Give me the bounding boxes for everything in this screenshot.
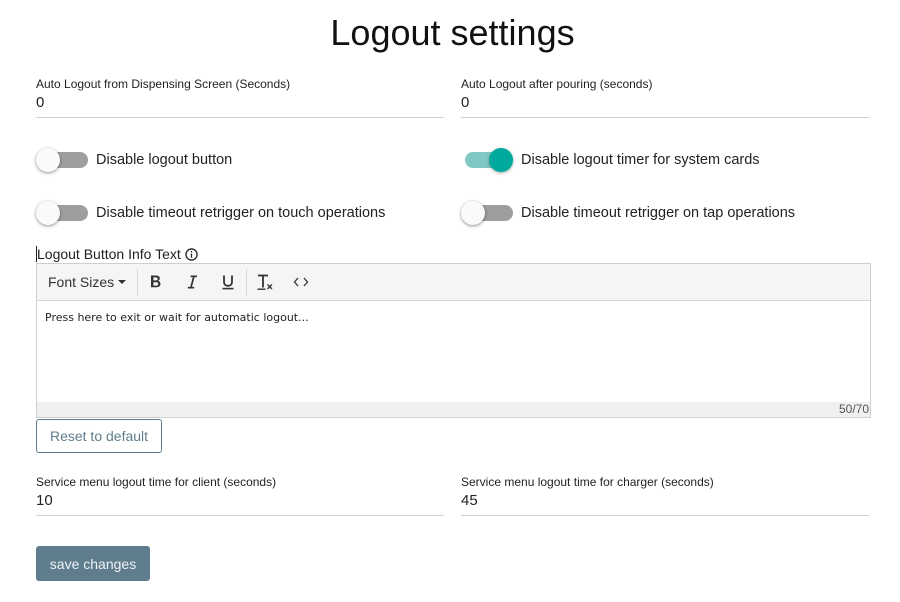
auto-logout-pouring-input[interactable]: [461, 91, 869, 118]
disable-retrigger-tap-toggle[interactable]: [461, 201, 515, 225]
disable-logout-button-toggle[interactable]: [36, 148, 90, 172]
disable-logout-timer-system-cards-toggle[interactable]: [461, 148, 515, 172]
auto-logout-dispensing-input[interactable]: [36, 91, 444, 118]
info-circle-icon[interactable]: [185, 247, 198, 261]
auto-logout-pouring-label: Auto Logout after pouring (seconds): [461, 77, 653, 91]
bold-button[interactable]: [138, 264, 174, 300]
service-charger-label: Service menu logout time for charger (se…: [461, 475, 714, 489]
service-client-field: Service menu logout time for client (sec…: [36, 475, 444, 516]
service-charger-input[interactable]: [461, 489, 869, 516]
disable-retrigger-touch-toggle[interactable]: [36, 201, 90, 225]
auto-logout-dispensing-field: Auto Logout from Dispensing Screen (Seco…: [36, 77, 444, 118]
disable-logout-timer-system-cards-label: Disable logout timer for system cards: [521, 152, 760, 168]
code-view-button[interactable]: [283, 264, 319, 300]
disable-retrigger-tap-row: Disable timeout retrigger on tap operati…: [461, 201, 795, 225]
toggle-knob: [489, 148, 513, 172]
underline-button[interactable]: [210, 264, 246, 300]
logout-info-text-label-text: Logout Button Info Text: [37, 246, 181, 262]
bold-icon: [151, 275, 161, 288]
underline-icon: [222, 275, 234, 290]
disable-retrigger-touch-row: Disable timeout retrigger on touch opera…: [36, 201, 385, 225]
service-client-input[interactable]: [36, 489, 444, 516]
code-view-icon: [293, 277, 309, 287]
toggle-knob: [36, 201, 60, 225]
character-counter: 50/70: [37, 402, 870, 417]
italic-icon: [187, 275, 198, 289]
disable-logout-button-row: Disable logout button: [36, 148, 232, 172]
disable-retrigger-tap-label: Disable timeout retrigger on tap operati…: [521, 205, 796, 221]
info-text-editor: Font Sizes Press here to exit or wait fo…: [36, 263, 871, 418]
service-client-label: Service menu logout time for client (sec…: [36, 475, 277, 489]
caret-down-icon: [118, 280, 127, 284]
reset-to-default-button[interactable]: Reset to default: [36, 419, 162, 453]
editor-content[interactable]: Press here to exit or wait for automatic…: [37, 301, 870, 402]
clear-format-button[interactable]: [247, 264, 283, 300]
auto-logout-dispensing-label: Auto Logout from Dispensing Screen (Seco…: [36, 77, 291, 91]
disable-logout-timer-system-cards-row: Disable logout timer for system cards: [461, 148, 760, 172]
font-sizes-label: Font Sizes: [48, 274, 115, 290]
toggle-knob: [461, 201, 485, 225]
clear-format-icon: [257, 274, 273, 290]
service-charger-field: Service menu logout time for charger (se…: [461, 475, 869, 516]
italic-button[interactable]: [174, 264, 210, 300]
page-title: Logout settings: [330, 12, 575, 53]
disable-logout-button-label: Disable logout button: [96, 152, 233, 168]
save-changes-button[interactable]: save changes: [36, 546, 150, 581]
disable-retrigger-touch-label: Disable timeout retrigger on touch opera…: [96, 205, 386, 221]
toggle-knob: [36, 148, 60, 172]
editor-toolbar: Font Sizes: [37, 264, 870, 301]
font-sizes-dropdown[interactable]: Font Sizes: [37, 264, 137, 300]
logout-info-text-label: Logout Button Info Text: [36, 246, 198, 262]
auto-logout-pouring-field: Auto Logout after pouring (seconds): [461, 77, 869, 118]
